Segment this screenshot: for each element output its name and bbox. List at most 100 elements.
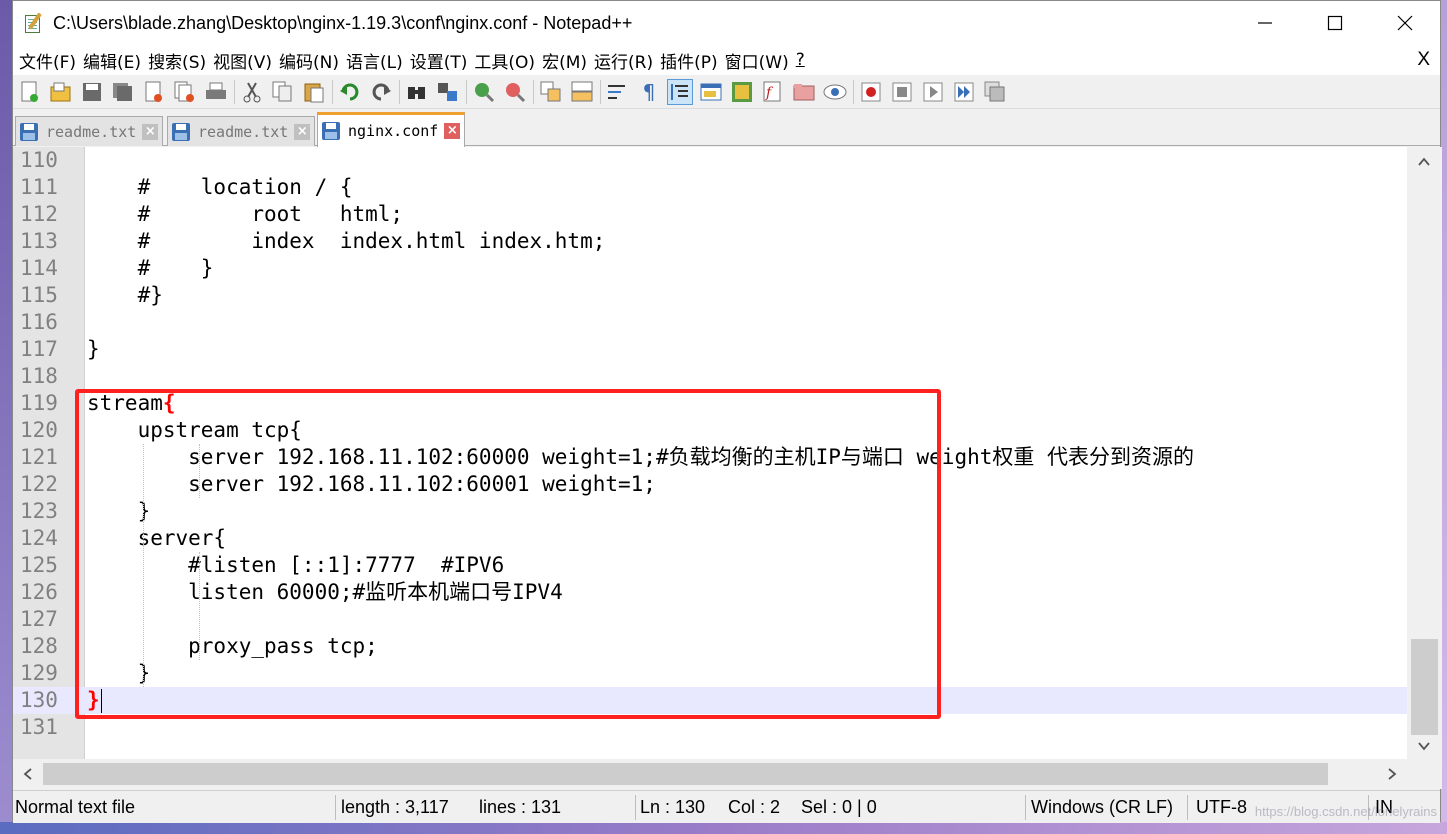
menu-window[interactable]: 窗口(W)	[725, 48, 796, 73]
save-macro-button[interactable]	[982, 79, 1008, 105]
close-tab-button[interactable]: ×	[142, 123, 159, 140]
code-line[interactable]: 130}	[13, 687, 1407, 714]
tab-nginx-conf[interactable]: nginx.conf ×	[317, 112, 466, 147]
udl-button[interactable]	[698, 79, 724, 105]
code-line[interactable]: 112 # root html;	[13, 201, 1407, 228]
vertical-scroll-thumb[interactable]	[1411, 639, 1438, 735]
zoom-out-button[interactable]	[502, 79, 528, 105]
menu-search[interactable]: 搜索(S)	[148, 48, 213, 73]
new-file-button[interactable]	[17, 79, 43, 105]
code-line[interactable]: 128 proxy_pass tcp;	[13, 633, 1407, 660]
horizontal-scroll-thumb[interactable]	[43, 763, 1328, 785]
scroll-right-icon[interactable]	[1385, 767, 1399, 781]
maximize-button[interactable]	[1300, 1, 1370, 45]
monitoring-button[interactable]	[822, 79, 848, 105]
code-line[interactable]: 120 upstream tcp{	[13, 417, 1407, 444]
tab-readme-2[interactable]: readme.txt ×	[167, 116, 316, 146]
code-line[interactable]: 123 }	[13, 498, 1407, 525]
code-line[interactable]: 117}	[13, 336, 1407, 363]
close-window-button[interactable]	[1370, 1, 1440, 45]
menu-file[interactable]: 文件(F)	[19, 48, 83, 73]
minimize-button[interactable]	[1230, 1, 1300, 45]
code-line[interactable]: 131	[13, 714, 1407, 741]
print-button[interactable]	[203, 79, 229, 105]
toolbar-separator	[466, 79, 467, 104]
text-editor[interactable]: 110 111 # location / {112 # root html; 113…	[13, 147, 1407, 759]
document-map-button[interactable]	[729, 79, 755, 105]
code-line[interactable]: 114 # }	[13, 255, 1407, 282]
record-macro-icon	[861, 82, 881, 101]
desktop-background-left	[0, 0, 12, 834]
code-text: # root html;	[87, 201, 404, 228]
status-encoding[interactable]: UTF-8	[1196, 791, 1247, 824]
code-line[interactable]: 124 server{	[13, 525, 1407, 552]
document-map-icon	[732, 81, 752, 102]
paste-button[interactable]	[301, 79, 327, 105]
scrollbar-corner	[1407, 759, 1442, 789]
zoom-in-button[interactable]	[471, 79, 497, 105]
scroll-down-icon[interactable]	[1417, 739, 1431, 753]
word-wrap-button[interactable]	[605, 79, 631, 105]
undo-button[interactable]	[337, 79, 363, 105]
save-all-button[interactable]	[110, 79, 136, 105]
code-line[interactable]: 126 listen 60000;#监听本机端口号IPV4	[13, 579, 1407, 606]
find-button[interactable]	[404, 79, 430, 105]
copy-button[interactable]	[270, 79, 296, 105]
indent-guide-button[interactable]	[667, 78, 693, 105]
menu-run[interactable]: 运行(R)	[594, 48, 660, 73]
close-all-button[interactable]	[172, 79, 198, 105]
menu-macro[interactable]: 宏(M)	[542, 48, 594, 73]
close-document-button[interactable]: X	[1417, 49, 1430, 71]
open-file-button[interactable]	[48, 79, 74, 105]
run-macro-multiple-button[interactable]	[951, 79, 977, 105]
line-number: 124	[20, 526, 58, 550]
replace-button[interactable]	[435, 79, 461, 105]
code-line[interactable]: 121 server 192.168.11.102:60000 weight=1…	[13, 444, 1407, 471]
code-line[interactable]: 122 server 192.168.11.102:60001 weight=1…	[13, 471, 1407, 498]
code-line[interactable]: 110	[13, 147, 1407, 174]
menu-view[interactable]: 视图(V)	[213, 48, 279, 73]
stop-record-button[interactable]	[889, 79, 915, 105]
menu-help[interactable]: ?	[796, 50, 812, 70]
folder-workspace-button[interactable]	[791, 79, 817, 105]
play-macro-button[interactable]	[920, 79, 946, 105]
redo-button[interactable]	[368, 79, 394, 105]
menu-language[interactable]: 语言(L)	[346, 48, 410, 73]
code-text: server 192.168.11.102:60001 weight=1;	[87, 471, 656, 498]
close-tab-button[interactable]: ×	[294, 123, 311, 140]
menu-settings[interactable]: 设置(T)	[410, 48, 475, 73]
menu-edit[interactable]: 编辑(E)	[83, 48, 148, 73]
vertical-scrollbar[interactable]	[1407, 147, 1442, 759]
code-line[interactable]: 115 #}	[13, 282, 1407, 309]
sync-vertical-button[interactable]	[538, 79, 564, 105]
code-line[interactable]: 125 #listen [::1]:7777 #IPV6	[13, 552, 1407, 579]
code-line[interactable]: 116	[13, 309, 1407, 336]
code-line[interactable]: 127	[13, 606, 1407, 633]
function-list-button[interactable]: f	[760, 79, 786, 105]
save-button[interactable]	[79, 79, 105, 105]
tab-readme-1[interactable]: readme.txt ×	[15, 116, 164, 146]
horizontal-scrollbar[interactable]	[13, 759, 1407, 789]
menu-tools[interactable]: 工具(O)	[474, 48, 542, 73]
scroll-up-icon[interactable]	[1417, 155, 1431, 169]
code-line[interactable]: 129 }	[13, 660, 1407, 687]
sync-horizontal-button[interactable]	[569, 79, 595, 105]
line-number: 126	[20, 580, 58, 604]
cut-button[interactable]	[239, 79, 265, 105]
stop-record-icon	[892, 82, 912, 101]
show-all-chars-button[interactable]: ¶	[636, 79, 662, 105]
menu-plugins[interactable]: 插件(P)	[660, 48, 725, 73]
scroll-left-icon[interactable]	[21, 767, 35, 781]
record-macro-button[interactable]	[858, 79, 884, 105]
close-file-button[interactable]	[141, 79, 167, 105]
code-line[interactable]: 113 # index index.html index.htm;	[13, 228, 1407, 255]
status-eol-format[interactable]: Windows (CR LF)	[1031, 791, 1173, 824]
code-line[interactable]: 119 stream{	[13, 390, 1407, 417]
code-line[interactable]: 111 # location / {	[13, 174, 1407, 201]
toolbar-separator	[332, 79, 333, 104]
code-line[interactable]: 118	[13, 363, 1407, 390]
status-divider	[335, 795, 336, 820]
menu-encoding[interactable]: 编码(N)	[279, 48, 346, 73]
word-wrap-icon	[608, 84, 625, 99]
close-tab-button[interactable]: ×	[444, 123, 461, 139]
